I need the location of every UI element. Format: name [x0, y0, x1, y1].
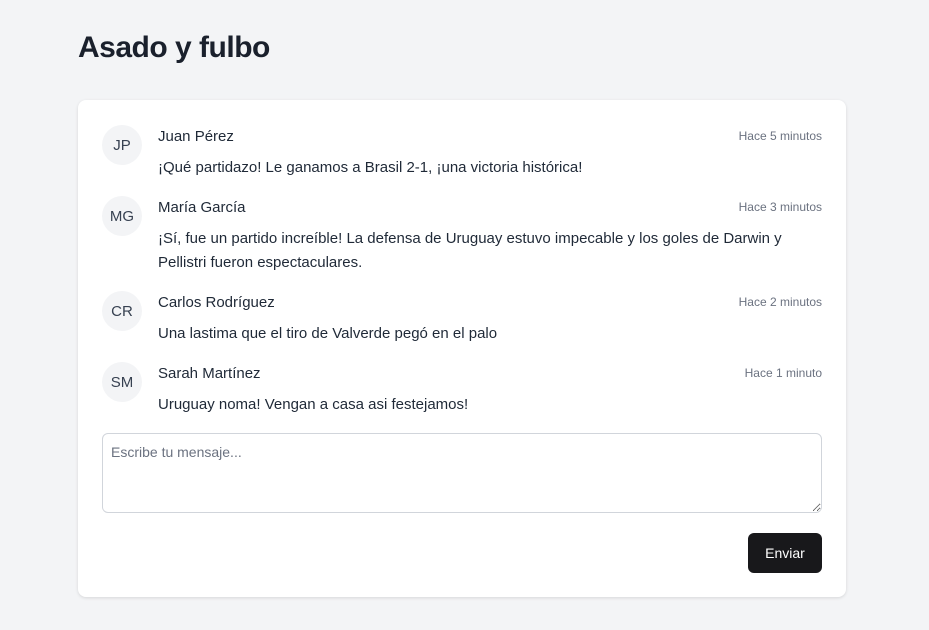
avatar: JP — [102, 125, 142, 165]
message-input[interactable] — [102, 433, 822, 513]
send-button[interactable]: Enviar — [748, 533, 822, 573]
timestamp: Hace 5 minutos — [738, 129, 822, 143]
author-name: Carlos Rodríguez — [158, 293, 275, 311]
chat-card: JP Juan Pérez Hace 5 minutos ¡Qué partida… — [78, 100, 846, 597]
message-item: MG María García Hace 3 minutos ¡Sí, fue u… — [102, 196, 822, 275]
message-text: ¡Sí, fue un partido increíble! La defens… — [158, 230, 782, 271]
message-text: ¡Qué partidazo! Le ganamos a Brasil 2-1,… — [158, 159, 583, 176]
message-list: JP Juan Pérez Hace 5 minutos ¡Qué partida… — [102, 125, 822, 417]
author-name: Juan Pérez — [158, 127, 234, 145]
message-item: CR Carlos Rodríguez Hace 2 minutos Una la… — [102, 291, 822, 346]
timestamp: Hace 3 minutos — [738, 200, 822, 214]
page-title: Asado y fulbo — [78, 31, 270, 64]
avatar: MG — [102, 196, 142, 236]
author-name: Sarah Martínez — [158, 364, 261, 382]
message-text: Una lastima que el tiro de Valverde pegó… — [158, 325, 498, 342]
message-item: SM Sarah Martínez Hace 1 minuto Uruguay n… — [102, 362, 822, 417]
message-item: JP Juan Pérez Hace 5 minutos ¡Qué partida… — [102, 125, 822, 180]
avatar: SM — [102, 362, 142, 402]
avatar: CR — [102, 291, 142, 331]
timestamp: Hace 2 minutos — [738, 295, 822, 309]
timestamp: Hace 1 minuto — [744, 366, 822, 380]
message-text: Uruguay noma! Vengan a casa asi festejam… — [158, 396, 469, 413]
author-name: María García — [158, 198, 246, 216]
